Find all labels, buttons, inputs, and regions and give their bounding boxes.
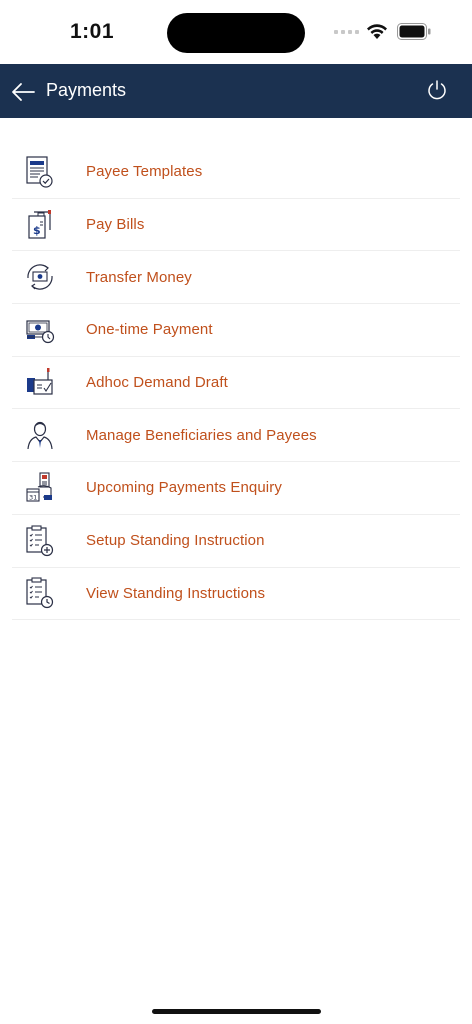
menu-item-label: Setup Standing Instruction	[86, 532, 265, 550]
menu-item-label: Transfer Money	[86, 268, 192, 286]
status-time: 1:01	[70, 20, 115, 43]
menu-item-label: One-time Payment	[86, 321, 213, 339]
menu-item-payee-templates[interactable]: Payee Templates	[12, 146, 460, 199]
menu-item-upcoming-payments[interactable]: 31 Upcoming Payments Enquiry	[12, 462, 460, 515]
svg-text:$: $	[33, 224, 41, 237]
money-transfer-icon	[27, 264, 53, 290]
home-indicator[interactable]	[152, 1009, 321, 1014]
menu-item-one-time-payment[interactable]: One-time Payment	[12, 304, 460, 357]
cellular-signal-icon	[334, 30, 359, 34]
wifi-icon	[367, 24, 387, 39]
dynamic-island	[167, 13, 305, 53]
power-icon[interactable]	[426, 79, 448, 101]
demand-draft-icon	[27, 367, 53, 395]
menu-item-label: Payee Templates	[86, 163, 203, 181]
person-icon	[27, 422, 53, 450]
arrow-left-icon[interactable]	[10, 80, 36, 104]
status-bar: 1:01	[0, 0, 472, 64]
menu-item-label: Upcoming Payments Enquiry	[86, 479, 282, 497]
app-header: Payments	[0, 64, 472, 118]
cash-clock-icon	[26, 320, 55, 344]
menu-item-pay-bills[interactable]: $ Pay Bills	[12, 199, 460, 252]
clipboard-clock-icon	[26, 577, 54, 609]
svg-text:31: 31	[29, 493, 37, 501]
document-check-icon	[26, 156, 53, 188]
menu-item-adhoc-demand-draft[interactable]: Adhoc Demand Draft	[12, 357, 460, 410]
page-title: Payments	[46, 80, 127, 100]
menu-item-label: View Standing Instructions	[86, 584, 266, 602]
menu-item-transfer-money[interactable]: Transfer Money	[12, 251, 460, 305]
menu-item-label: Adhoc Demand Draft	[86, 374, 228, 392]
clipboard-add-icon	[26, 525, 54, 556]
calendar-payment-icon: 31	[26, 472, 52, 502]
battery-icon	[397, 23, 431, 40]
payments-menu: Payee Templates $ Pay Bills Transfer Mon…	[12, 146, 460, 621]
menu-item-label: Manage Beneficiaries and Payees	[86, 426, 317, 444]
bill-dollar-icon: $	[28, 209, 51, 239]
menu-item-manage-beneficiaries[interactable]: Manage Beneficiaries and Payees	[12, 409, 460, 463]
menu-item-setup-standing-instruction[interactable]: Setup Standing Instruction	[12, 515, 460, 568]
menu-item-label: Pay Bills	[86, 216, 145, 234]
menu-item-view-standing-instructions[interactable]: View Standing Instructions	[12, 568, 460, 621]
